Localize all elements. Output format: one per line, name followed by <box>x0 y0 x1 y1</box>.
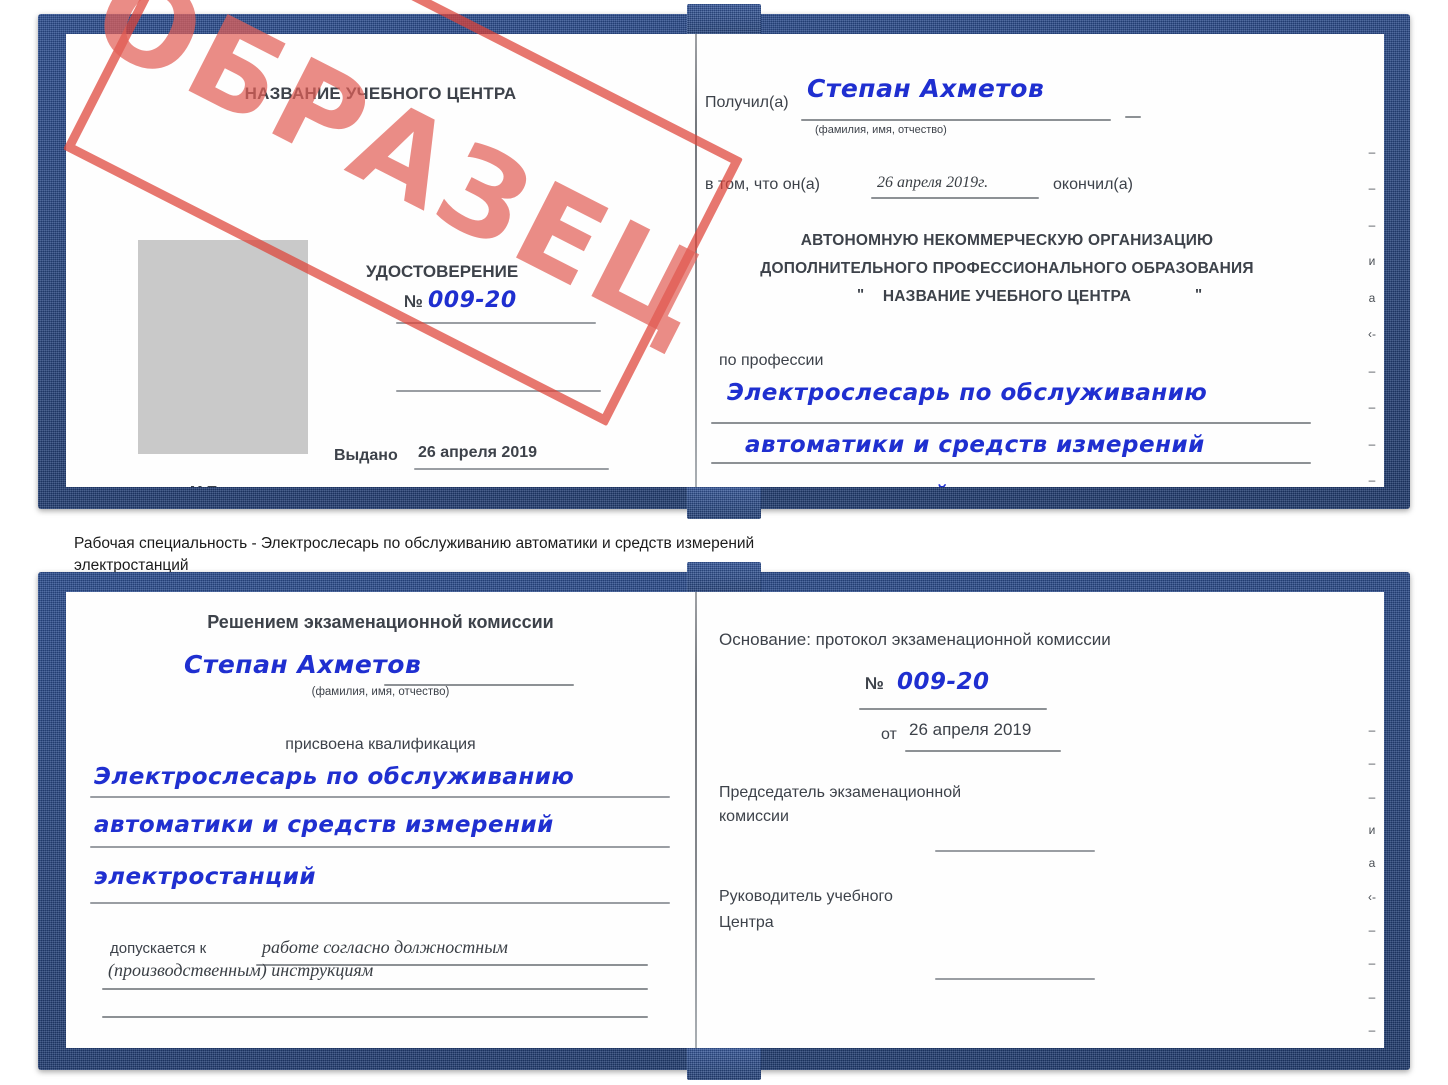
certificate-2: Решением экзаменационной комиссии Степан… <box>38 562 1410 1080</box>
edge-mark: и <box>1368 254 1376 269</box>
edge-mark: а <box>1368 856 1376 871</box>
received-rule <box>801 119 1111 121</box>
protocol-number-label: № <box>865 674 884 693</box>
qualification-rule-1 <box>90 796 670 798</box>
certificate-2-right-page: Основание: протокол экзаменационной коми… <box>697 592 1384 1048</box>
spine-tab-top-2 <box>687 562 761 596</box>
qualification-rule-3 <box>90 902 670 904</box>
profession-line-3: электростанций <box>727 482 949 487</box>
protocol-date-value: 26 апреля 2019 <box>909 720 1032 739</box>
edge-mark: – <box>1368 956 1376 971</box>
received-label: Получил(а) <box>705 94 789 111</box>
edge-mark: – <box>1368 145 1376 159</box>
certificate-2-pages: Решением экзаменационной комиссии Степан… <box>66 592 1384 1048</box>
qualification-rule-2 <box>90 846 670 848</box>
edge-mark: – <box>1368 400 1376 415</box>
profession-line-1: Электрослесарь по обслуживанию <box>727 380 1208 406</box>
director-signature-rule <box>935 978 1095 980</box>
chairman-signature-rule <box>935 850 1095 852</box>
director-line-2: Центра <box>719 914 774 931</box>
edge-mark: – <box>1368 181 1376 196</box>
edge-mark: – <box>1368 436 1376 451</box>
edge-mark: – <box>1368 1022 1376 1037</box>
admitted-rule-3 <box>102 1016 648 1018</box>
finished-label: окончил(а) <box>1053 176 1133 193</box>
issued-rule <box>414 468 609 470</box>
admitted-value-1: работе согласно должностным <box>262 937 508 957</box>
qualification-line-3: электростанций <box>94 864 316 890</box>
certificate-1-right-page: Получил(а) Степан Ахметов (фамилия, имя,… <box>697 34 1384 487</box>
spine-tab-bottom <box>687 485 761 519</box>
edge-mark: – <box>1368 756 1376 771</box>
received-value: Степан Ахметов <box>807 74 1045 103</box>
admitted-rule-2 <box>102 988 648 990</box>
blank-rule-1 <box>396 390 601 392</box>
edge-mark: – <box>1368 989 1376 1004</box>
qualification-line-2: автоматики и средств измерений <box>94 812 554 838</box>
edge-marks-cert2: – – – и а ‹- – – – – <box>1368 724 1376 1036</box>
training-center-name: НАЗВАНИЕ УЧЕБНОГО ЦЕНТРА <box>244 84 517 103</box>
org-line-1: АВТОНОМНУЮ НЕКОММЕРЧЕСКУЮ ОРГАНИЗАЦИЮ <box>800 232 1214 249</box>
edge-mark: – <box>1368 472 1376 487</box>
edge-mark: – <box>1368 789 1376 804</box>
chairman-line-1: Председатель экзаменационной <box>719 784 962 801</box>
spine-tab-top <box>687 4 761 38</box>
admitted-label: допускается к <box>110 940 207 957</box>
in-that-rule <box>871 197 1039 199</box>
edge-mark: ‹- <box>1368 889 1376 904</box>
certificate-title: УДОСТОВЕРЕНИЕ <box>366 262 519 281</box>
certificate-1-pages: НАЗВАНИЕ УЧЕБНОГО ЦЕНТРА УДОСТОВЕРЕНИЕ №… <box>66 34 1384 487</box>
received-tail-rule <box>1125 116 1141 118</box>
profession-rule-2 <box>711 462 1311 464</box>
in-that-label: в том, что он(а) <box>705 176 820 193</box>
admitted-value-2: (производственным) инструкциям <box>108 960 374 980</box>
number-label: № <box>404 292 423 311</box>
edge-mark: и <box>1368 822 1376 837</box>
in-that-value: 26 апреля 2019г. <box>877 174 989 191</box>
org-quote-close: " <box>1195 286 1203 303</box>
profession-line-2: автоматики и средств измерений <box>745 432 1205 458</box>
decision-title: Решением экзаменационной комиссии <box>207 612 554 632</box>
certificate-1-left-page: НАЗВАНИЕ УЧЕБНОГО ЦЕНТРА УДОСТОВЕРЕНИЕ №… <box>66 34 695 487</box>
seal-label: М.П. <box>190 483 222 487</box>
protocol-date-label: от <box>881 726 897 743</box>
protocol-date-rule <box>905 750 1061 752</box>
org-line-3: НАЗВАНИЕ УЧЕБНОГО ЦЕНТРА <box>882 288 1132 305</box>
edge-mark: – <box>1368 363 1376 378</box>
edge-mark: – <box>1368 217 1376 232</box>
name-hint: (фамилия, имя, отчество) <box>815 124 947 136</box>
caption-block: Рабочая специальность - Электрослесарь п… <box>74 533 1134 577</box>
edge-mark: – <box>1368 922 1376 937</box>
protocol-number-value: 009-20 <box>897 669 990 695</box>
number-rule <box>396 322 596 324</box>
chairman-line-2: комиссии <box>719 808 789 825</box>
edge-mark: – <box>1368 723 1376 737</box>
caption-line-1: Рабочая специальность - Электрослесарь п… <box>74 535 755 552</box>
spine-tab-bottom-2 <box>687 1046 761 1080</box>
decision-name-value: Степан Ахметов <box>184 650 422 679</box>
edge-mark: а <box>1368 290 1376 305</box>
photo-placeholder <box>138 240 308 454</box>
qualification-label: присвоена квалификация <box>285 736 476 753</box>
issued-label: Выдано <box>334 447 398 464</box>
certificate-1: НАЗВАНИЕ УЧЕБНОГО ЦЕНТРА УДОСТОВЕРЕНИЕ №… <box>38 0 1410 519</box>
org-line-2: ДОПОЛНИТЕЛЬНОГО ПРОФЕССИОНАЛЬНОГО ОБРАЗО… <box>760 260 1254 277</box>
edge-mark: ‹- <box>1368 327 1376 342</box>
edge-marks-cert1: – – – и а ‹- – – – – <box>1368 146 1376 486</box>
issued-value: 26 апреля 2019 <box>418 444 538 461</box>
number-value: 009-20 <box>428 288 517 313</box>
profession-rule-1 <box>711 422 1311 424</box>
qualification-line-1: Электрослесарь по обслуживанию <box>94 764 575 790</box>
basis-label: Основание: протокол экзаменационной коми… <box>719 630 1111 649</box>
profession-label: по профессии <box>719 352 824 369</box>
director-line-1: Руководитель учебного <box>719 888 893 905</box>
decision-name-hint: (фамилия, имя, отчество) <box>311 686 450 698</box>
certificate-2-left-page: Решением экзаменационной комиссии Степан… <box>66 592 695 1048</box>
protocol-number-rule <box>859 708 1047 710</box>
